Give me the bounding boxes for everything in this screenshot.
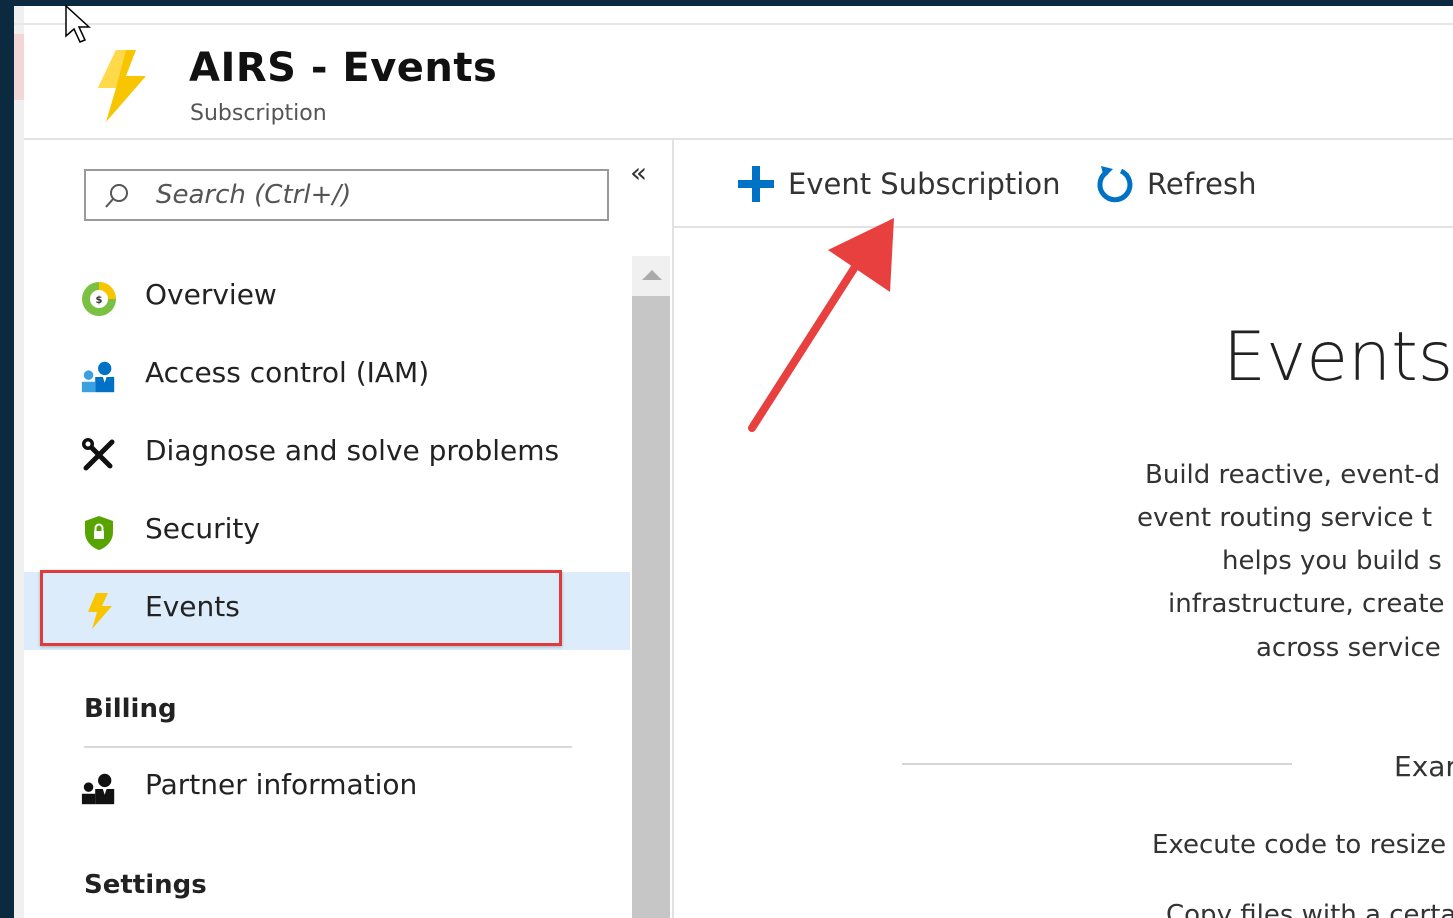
sidebar-item-label: Diagnose and solve problems bbox=[145, 434, 560, 467]
search-icon bbox=[105, 184, 128, 208]
sidebar: $ Overview Access control (IAM) bbox=[24, 140, 630, 918]
annotation-arrow-icon bbox=[748, 218, 894, 432]
description-line: event routing service t bbox=[1137, 503, 1433, 533]
example-line: Copy files with a certai bbox=[1166, 900, 1453, 918]
plus-icon bbox=[738, 166, 774, 202]
lightning-icon bbox=[98, 50, 146, 122]
sidebar-item-security[interactable]: Security bbox=[24, 494, 630, 572]
left-strip bbox=[14, 6, 24, 918]
sidebar-item-label: Overview bbox=[145, 278, 277, 311]
sidebar-item-label: Access control (IAM) bbox=[145, 356, 430, 389]
search-input[interactable] bbox=[156, 179, 596, 211]
description-line: infrastructure, create bbox=[1168, 589, 1445, 619]
refresh-icon bbox=[1097, 166, 1133, 203]
section-heading-settings: Settings bbox=[84, 870, 207, 900]
blade: AIRS - Events Subscription $ Overview bbox=[14, 6, 1453, 918]
section-heading-billing: Billing bbox=[84, 694, 177, 724]
description-line: helps you build s bbox=[1222, 546, 1442, 576]
shield-icon bbox=[80, 514, 118, 552]
sidebar-item-partner-information[interactable]: Partner information bbox=[24, 750, 630, 828]
search-box[interactable] bbox=[84, 169, 609, 221]
sidebar-item-overview[interactable]: $ Overview bbox=[24, 260, 630, 338]
wrench-icon bbox=[80, 436, 118, 474]
overview-icon: $ bbox=[80, 280, 118, 318]
lightning-icon bbox=[80, 592, 118, 630]
blade-header: AIRS - Events Subscription bbox=[24, 25, 1453, 140]
events-heading: Events, bbox=[1223, 318, 1453, 397]
description-line: Build reactive, event-d bbox=[1145, 460, 1441, 490]
sidebar-item-events[interactable]: Events bbox=[24, 570, 630, 650]
add-button-label: Event Subscription bbox=[788, 167, 1061, 201]
collapse-sidebar-button[interactable]: « bbox=[630, 156, 647, 189]
mouse-cursor-icon bbox=[65, 4, 91, 43]
page-subtitle: Subscription bbox=[190, 101, 327, 126]
examples-divider bbox=[902, 763, 1292, 765]
people-icon bbox=[80, 770, 118, 808]
section-divider bbox=[84, 746, 572, 748]
sidebar-item-label: Events bbox=[145, 590, 240, 623]
svg-text:$: $ bbox=[96, 295, 103, 306]
sidebar-item-diagnose[interactable]: Diagnose and solve problems bbox=[24, 416, 630, 494]
scrollbar-thumb[interactable] bbox=[632, 296, 670, 918]
examples-heading: Exar bbox=[1394, 750, 1453, 783]
description-line: across service bbox=[1256, 633, 1441, 663]
refresh-button-label: Refresh bbox=[1147, 167, 1257, 201]
scroll-up-arrow-icon[interactable] bbox=[642, 270, 662, 280]
example-line: Execute code to resize a bbox=[1152, 830, 1453, 860]
page-title: AIRS - Events bbox=[189, 45, 498, 91]
people-icon bbox=[80, 358, 118, 396]
highlight-annotation bbox=[40, 570, 562, 646]
sidebar-item-access-control[interactable]: Access control (IAM) bbox=[24, 338, 630, 416]
add-event-subscription-button[interactable]: Event Subscription bbox=[736, 164, 1060, 204]
sidebar-scrollbar[interactable] bbox=[632, 256, 670, 918]
sidebar-item-label: Partner information bbox=[145, 768, 418, 801]
command-bar: Event Subscription Refresh bbox=[674, 140, 1453, 228]
refresh-button[interactable]: Refresh bbox=[1095, 164, 1257, 204]
sidebar-item-label: Security bbox=[145, 512, 260, 545]
